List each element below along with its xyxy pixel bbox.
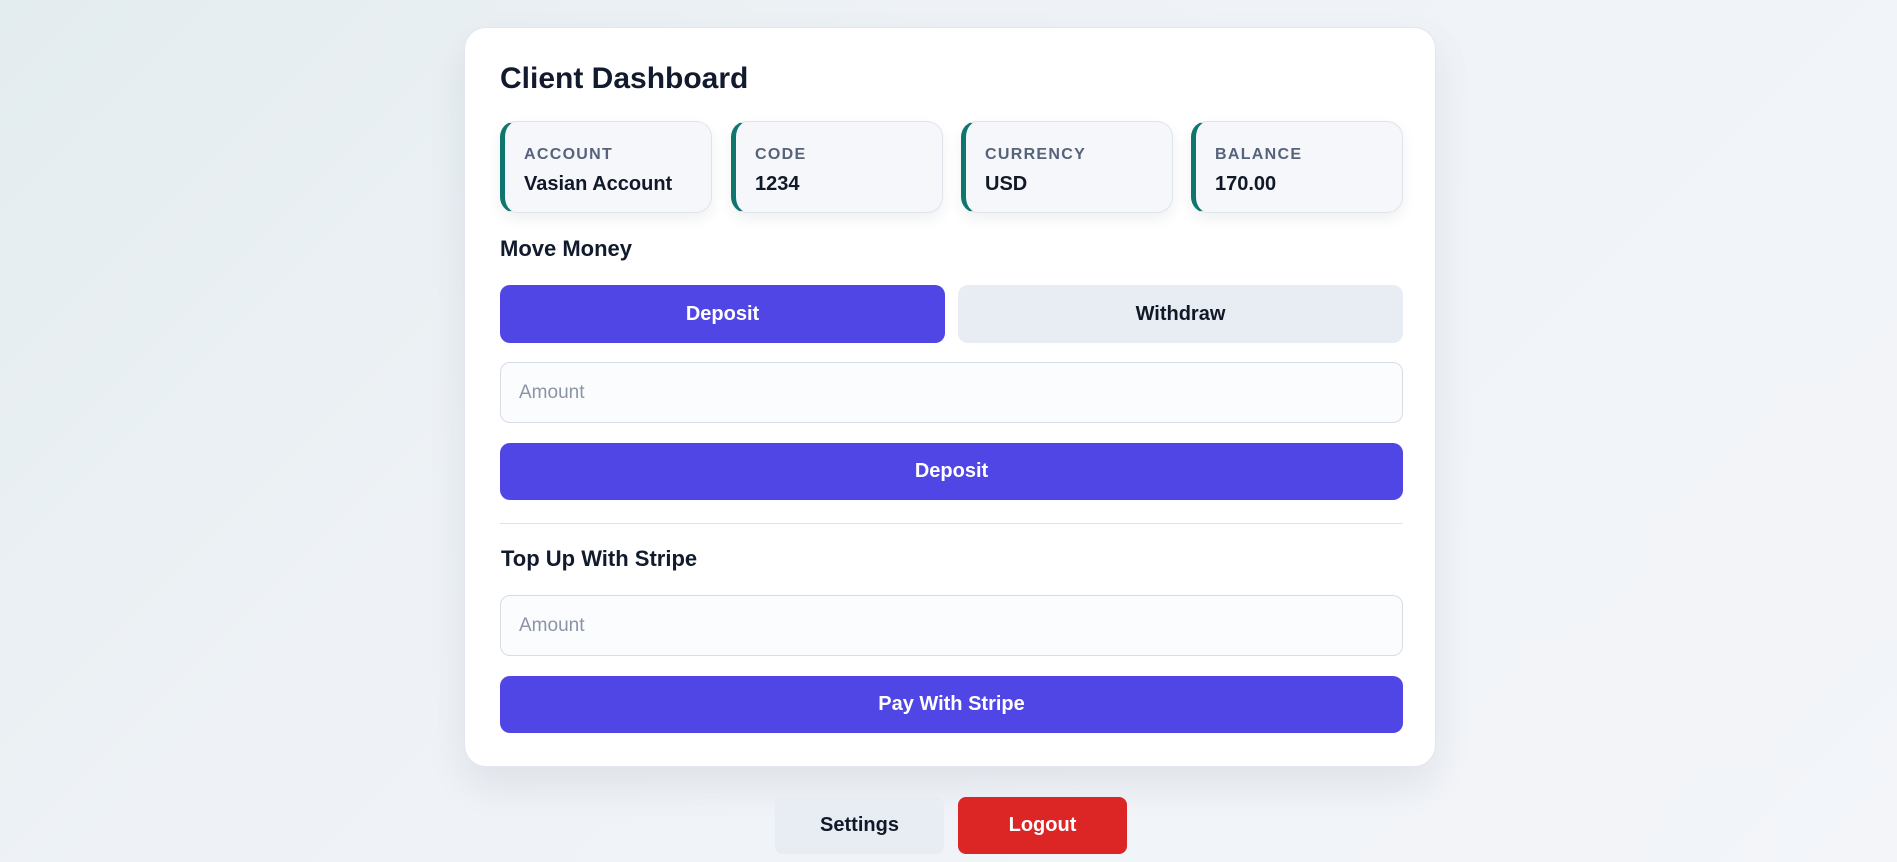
stat-value: 1234: [755, 173, 800, 195]
stat-card-code: CODE 1234: [731, 121, 943, 213]
stat-value: USD: [985, 173, 1028, 195]
stat-card-account: ACCOUNT Vasian Account: [500, 121, 712, 213]
deposit-submit-button[interactable]: Deposit: [500, 443, 1403, 500]
stat-value: 170.00: [1215, 173, 1277, 195]
stat-value: Vasian Account: [524, 173, 673, 195]
stripe-heading: Top Up With Stripe: [501, 546, 698, 571]
move-money-heading: Move Money: [500, 236, 633, 261]
stat-label: CODE: [755, 146, 807, 163]
dashboard-card: Client Dashboard ACCOUNT Vasian Account …: [464, 27, 1436, 767]
pay-with-stripe-button[interactable]: Pay With Stripe: [500, 676, 1403, 733]
stat-label: BALANCE: [1215, 146, 1303, 163]
stat-label: CURRENCY: [985, 146, 1087, 163]
logout-button[interactable]: Logout: [958, 797, 1127, 854]
deposit-tab[interactable]: Deposit: [500, 285, 945, 343]
stat-card-balance: BALANCE 170.00: [1191, 121, 1403, 213]
settings-button[interactable]: Settings: [775, 797, 944, 854]
stripe-amount-input[interactable]: [500, 595, 1403, 656]
move-money-amount-input[interactable]: [500, 362, 1403, 423]
stat-card-currency: CURRENCY USD: [961, 121, 1173, 213]
section-divider: [500, 523, 1403, 524]
stat-label: ACCOUNT: [524, 146, 614, 163]
withdraw-tab[interactable]: Withdraw: [958, 285, 1403, 343]
page-title: Client Dashboard: [500, 62, 749, 95]
